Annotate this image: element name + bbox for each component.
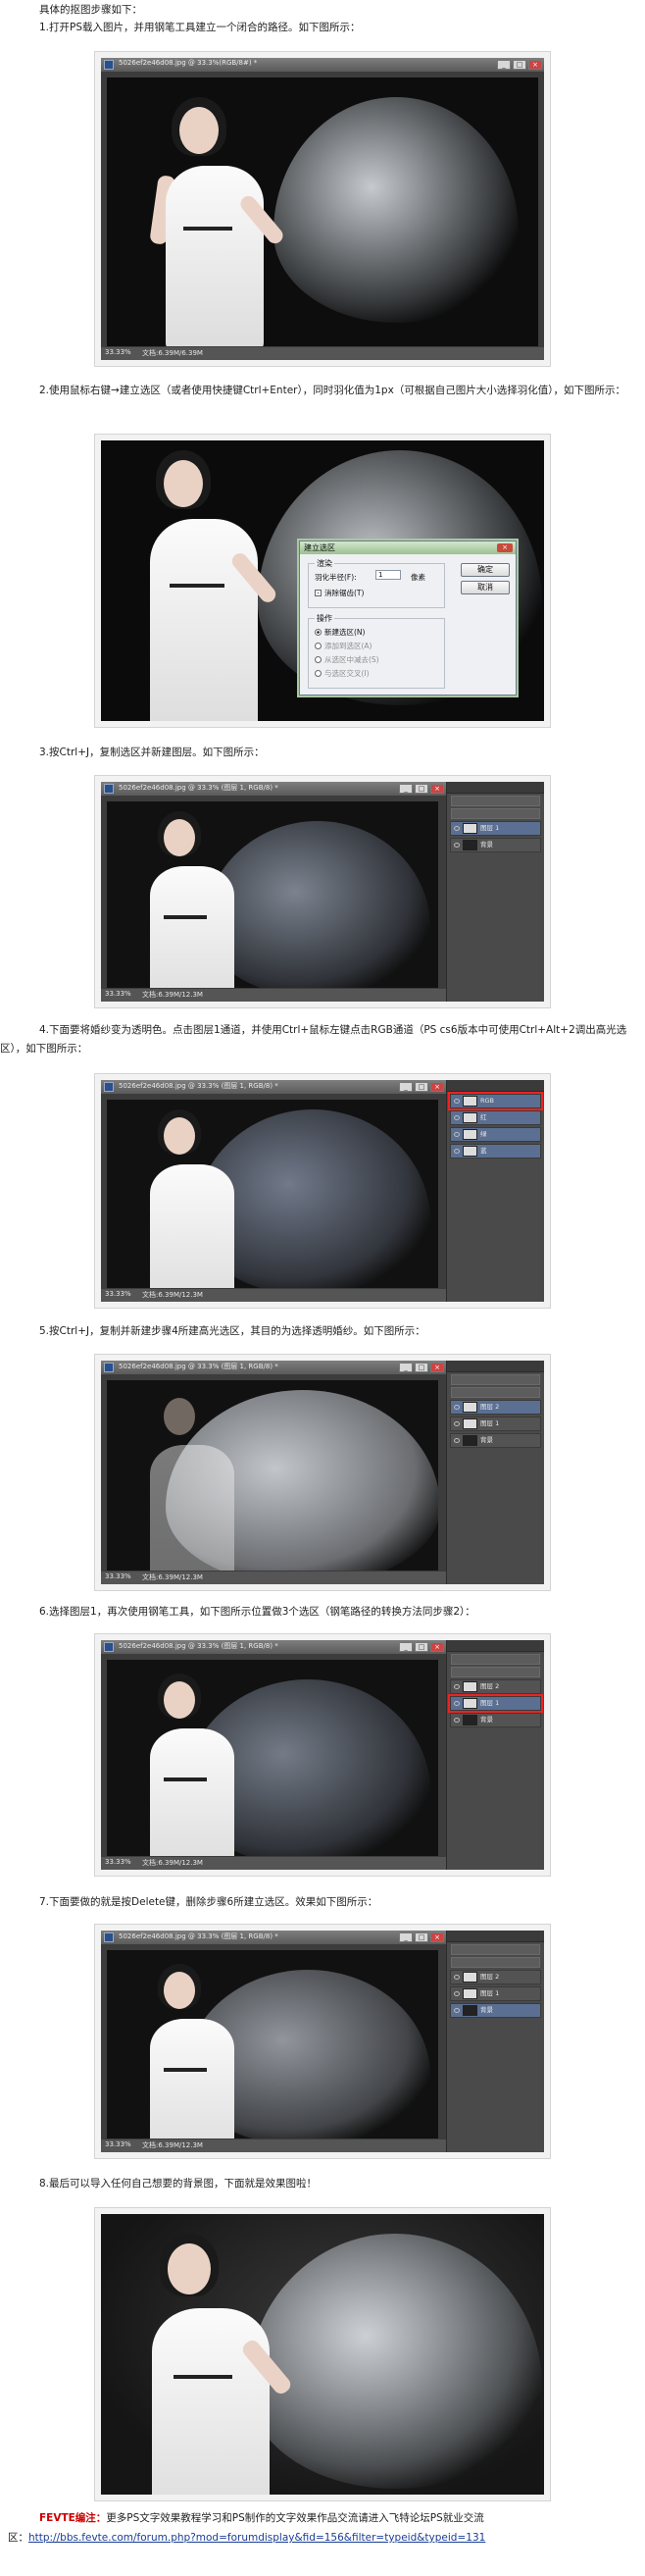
layers-panel: 图层 1 背景 [446, 782, 544, 1002]
step-5-text: 5.按Ctrl+J，复制并新建步骤4所建高光选区，其目的为选择透明婚纱。如下图所… [39, 1325, 425, 1337]
close-icon[interactable]: × [430, 784, 444, 794]
step-1-screenshot: 5026ef2e46d08.jpg @ 33.3%(RGB/8#) * _ □ × … [94, 51, 551, 367]
step-8-text: 8.最后可以导入任何自己想要的背景图，下面就是效果图啦！ [39, 2178, 318, 2190]
layer-row[interactable]: 背景 [450, 2003, 541, 2018]
step-2-text: 2.使用鼠标右键→建立选区（或者使用快捷键Ctrl+Enter），同时羽化值为1… [39, 385, 626, 396]
ps-doc-icon [104, 60, 114, 70]
channel-row[interactable]: 红 [450, 1110, 541, 1125]
window-title: 5026ef2e46d08.jpg @ 33.3% (图层 1, RGB/8) … [119, 784, 278, 792]
footer-note: FEVTE编注：更多PS文字效果教程学习和PS制作的文字效果作品交流请进入飞特论… [39, 2512, 484, 2524]
footer-link-line: 区：http://bbs.fevte.com/forum.php?mod=for… [8, 2532, 486, 2544]
layers-panel: 图层 2 图层 1 背景 [446, 1931, 544, 2152]
final-result-image [94, 2207, 551, 2501]
step-4-screenshot: 5026ef2e46d08.jpg @ 33.3% (图层 1, RGB/8) … [94, 1073, 551, 1309]
layer-row[interactable]: 背景 [450, 1433, 541, 1448]
step-3-text: 3.按Ctrl+J，复制选区并新建图层。如下图所示： [39, 747, 265, 758]
intro-text: 具体的抠图步骤如下： [39, 4, 142, 16]
layer-row[interactable]: 图层 1 [450, 821, 541, 836]
step-6-text: 6.选择图层1，再次使用钢笔工具，如下图所示位置做3个选区（钢笔路径的转换方法同… [39, 1606, 475, 1618]
layer-row[interactable]: 图层 2 [450, 1679, 541, 1694]
doc-size: 文档:6.39M/6.39M [142, 349, 203, 357]
cancel-button[interactable]: 取消 [461, 581, 510, 594]
radio-intersect-selection[interactable]: 与选区交叉(I) [315, 668, 370, 679]
layer-row[interactable]: 图层 1 [448, 1694, 543, 1713]
layers-panel: 图层 2 图层 1 背景 [446, 1361, 544, 1584]
radio-subtract-selection[interactable]: 从选区中减去(S) [315, 654, 379, 665]
channel-row[interactable]: 蓝 [450, 1144, 541, 1159]
dialog-title: 建立选区 [304, 543, 335, 552]
zoom-level: 33.33% [105, 348, 131, 356]
forum-link[interactable]: http://bbs.fevte.com/forum.php?mod=forum… [28, 2532, 485, 2544]
feather-unit: 像素 [411, 573, 425, 582]
step-3-screenshot: 5026ef2e46d08.jpg @ 33.3% (图层 1, RGB/8) … [94, 775, 551, 1008]
minimize-icon[interactable]: _ [497, 60, 511, 70]
operation-group: 操作 新建选区(N) 添加到选区(A) 从选区中减去(S) 与选区交叉(I) [308, 613, 445, 689]
step-2-screenshot: 建立选区 × 渲染 羽化半径(F): 1 像素 消除锯齿(T) 操作 新建选区(N… [94, 434, 551, 728]
layer-row[interactable]: 图层 2 [450, 1970, 541, 1984]
ok-button[interactable]: 确定 [461, 563, 510, 577]
radio-new-selection[interactable]: 新建选区(N) [315, 627, 365, 638]
step-4-text: 4.下面要将婚纱变为透明色。点击图层1通道，并使用Ctrl+鼠标左键点击RGB通… [0, 1024, 627, 1055]
maximize-icon[interactable]: □ [513, 60, 526, 70]
maximize-icon[interactable]: □ [415, 784, 428, 794]
feather-input[interactable]: 1 [375, 570, 401, 580]
minimize-icon[interactable]: _ [399, 784, 413, 794]
radio-add-selection[interactable]: 添加到选区(A) [315, 641, 372, 651]
eye-icon[interactable] [454, 826, 460, 831]
channel-row[interactable]: RGB [448, 1092, 543, 1110]
dialog-close-icon[interactable]: × [497, 543, 513, 552]
eye-icon[interactable] [454, 843, 460, 848]
layer-row[interactable]: 背景 [450, 838, 541, 852]
step-5-screenshot: 5026ef2e46d08.jpg @ 33.3% (图层 1, RGB/8) … [94, 1354, 551, 1591]
render-group: 渲染 羽化半径(F): 1 像素 消除锯齿(T) [308, 558, 445, 608]
layer-row[interactable]: 图层 1 [450, 1986, 541, 2001]
step-7-screenshot: 5026ef2e46d08.jpg @ 33.3% (图层 1, RGB/8) … [94, 1924, 551, 2159]
layer-row[interactable]: 图层 1 [450, 1417, 541, 1431]
channel-row[interactable]: 绿 [450, 1127, 541, 1142]
close-icon[interactable]: × [528, 60, 542, 70]
step-1-text: 1.打开PS载入图片，并用钢笔工具建立一个闭合的路径。如下图所示： [39, 22, 361, 33]
step-6-screenshot: 5026ef2e46d08.jpg @ 33.3% (图层 1, RGB/8) … [94, 1633, 551, 1877]
step-7-text: 7.下面要做的就是按Delete键，删除步骤6所建立选区。效果如下图所示： [39, 1896, 378, 1908]
feather-label: 羽化半径(F): [315, 573, 357, 582]
antialias-checkbox[interactable]: 消除锯齿(T) [315, 588, 364, 598]
make-selection-dialog: 建立选区 × 渲染 羽化半径(F): 1 像素 消除锯齿(T) 操作 新建选区(N… [299, 541, 517, 696]
brand-label: FEVTE编注： [39, 2512, 107, 2524]
layer-row[interactable]: 背景 [450, 1713, 541, 1727]
window-title: 5026ef2e46d08.jpg @ 33.3%(RGB/8#) * [119, 59, 258, 67]
layers-panel: 图层 2 图层 1 背景 [446, 1640, 544, 1870]
channels-panel: RGB 红 绿 蓝 [446, 1080, 544, 1302]
layer-row[interactable]: 图层 2 [450, 1400, 541, 1415]
